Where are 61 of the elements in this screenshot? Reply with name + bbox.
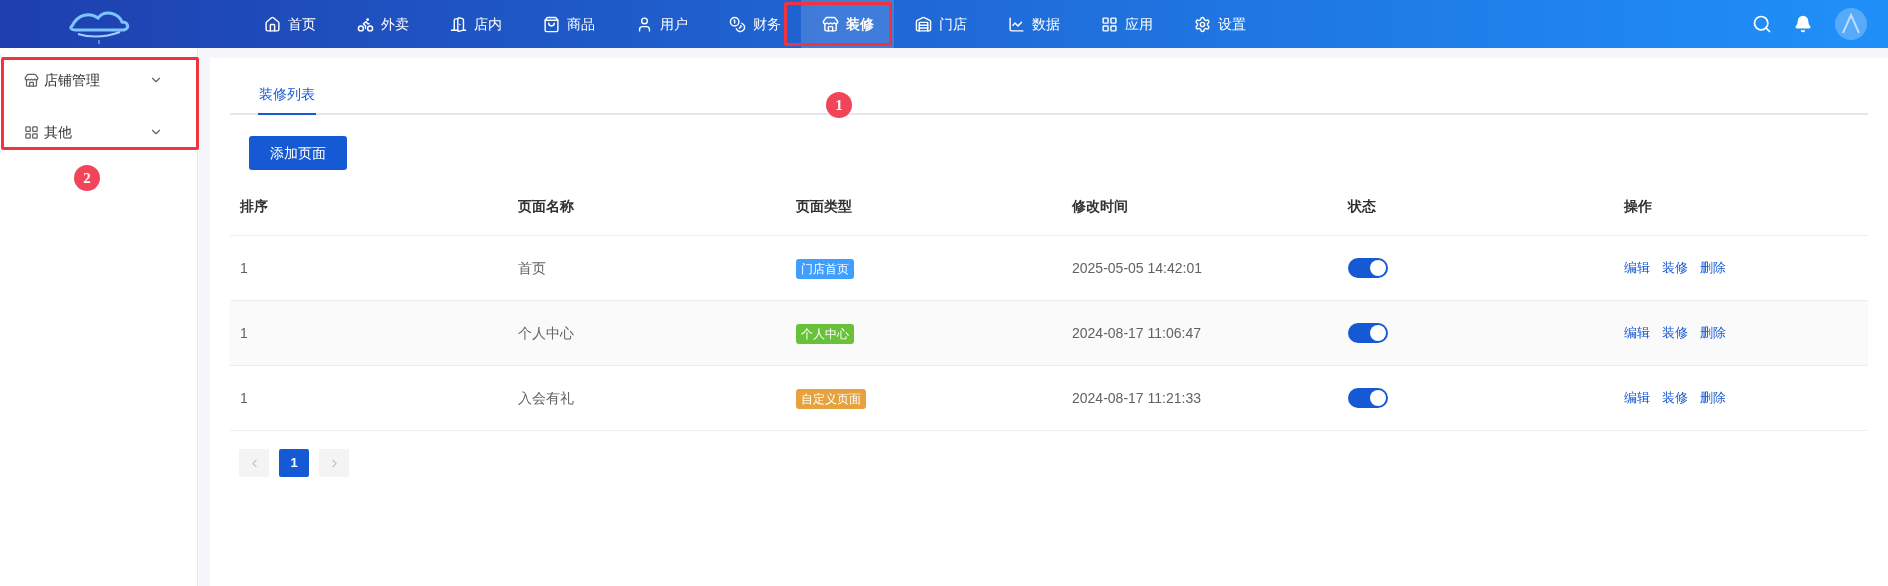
column-header: 页面名称 — [517, 197, 574, 216]
table-cell-text: 1 — [239, 323, 248, 343]
action-link[interactable]: 装修 — [1662, 323, 1688, 343]
action-link[interactable]: 编辑 — [1624, 388, 1650, 408]
table-cell-text: 2024-08-17 11:21:33 — [1071, 388, 1201, 408]
door-icon — [449, 15, 467, 33]
page-type-tag: 自定义页面 — [796, 388, 866, 409]
action-link[interactable]: 编辑 — [1624, 258, 1650, 278]
page-type-tag: 门店首页 — [796, 258, 854, 279]
action-link[interactable]: 装修 — [1662, 388, 1688, 408]
status-switch[interactable] — [1348, 388, 1388, 408]
table-cell-text: 2025-05-05 14:42:01 — [1071, 258, 1202, 278]
nav-tab[interactable]: 装修 — [801, 0, 894, 48]
nav-tab[interactable]: 用户 — [615, 0, 708, 48]
nav-tab[interactable]: 门店 — [894, 0, 987, 48]
nav-tab[interactable]: 设置 — [1173, 0, 1266, 48]
nav-tab[interactable]: 首页 — [243, 0, 336, 48]
column-header: 页面类型 — [795, 197, 852, 216]
add-page-button[interactable]: 添加页面 — [249, 136, 347, 170]
page-button[interactable]: 1 — [279, 449, 309, 477]
column-header: 操作 — [1623, 197, 1652, 216]
column-header: 状态 — [1346, 197, 1376, 216]
grid-icon — [24, 124, 39, 140]
settings-icon — [1193, 15, 1211, 33]
store-icon — [24, 72, 39, 88]
nav-tab[interactable]: 数据 — [987, 0, 1080, 48]
coins-icon — [728, 15, 746, 33]
page-type-tag: 个人中心 — [796, 323, 854, 344]
storefront-icon — [914, 15, 932, 33]
bag-icon — [542, 15, 560, 33]
sidebar-item[interactable]: 店铺管理 — [0, 54, 197, 106]
nav-tab[interactable]: 外卖 — [336, 0, 429, 48]
column-header: 排序 — [239, 197, 268, 216]
nav-tab[interactable]: 财务 — [708, 0, 801, 48]
action-link[interactable]: 编辑 — [1624, 323, 1650, 343]
table-cell-text: 1 — [239, 388, 248, 408]
bell-icon[interactable] — [1794, 15, 1812, 33]
table-cell-text: 入会有礼 — [517, 388, 574, 408]
store-icon — [821, 15, 839, 33]
nav-tab[interactable]: 店内 — [429, 0, 522, 48]
status-switch[interactable] — [1348, 323, 1388, 343]
nav-tab[interactable]: 应用 — [1080, 0, 1173, 48]
status-switch[interactable] — [1348, 258, 1388, 278]
tab[interactable]: 装修列表 — [258, 84, 316, 115]
table-cell-text: 1 — [239, 258, 248, 278]
action-link[interactable]: 删除 — [1700, 388, 1726, 408]
bike-icon — [356, 15, 374, 33]
table-cell-text: 首页 — [517, 258, 546, 278]
search-icon[interactable] — [1752, 14, 1772, 34]
column-header: 修改时间 — [1071, 197, 1128, 216]
chart-icon — [1007, 15, 1025, 33]
avatar[interactable] — [1834, 7, 1868, 41]
house-icon — [263, 15, 281, 33]
action-link[interactable]: 删除 — [1700, 258, 1726, 278]
grid-icon — [1100, 15, 1118, 33]
nav-tab[interactable]: 商品 — [522, 0, 615, 48]
action-link[interactable]: 删除 — [1700, 323, 1726, 343]
action-link[interactable]: 装修 — [1662, 258, 1688, 278]
table-cell-text: 个人中心 — [517, 323, 574, 343]
sidebar-item[interactable]: 其他 — [0, 106, 197, 158]
table-cell-text: 2024-08-17 11:06:47 — [1071, 323, 1201, 343]
